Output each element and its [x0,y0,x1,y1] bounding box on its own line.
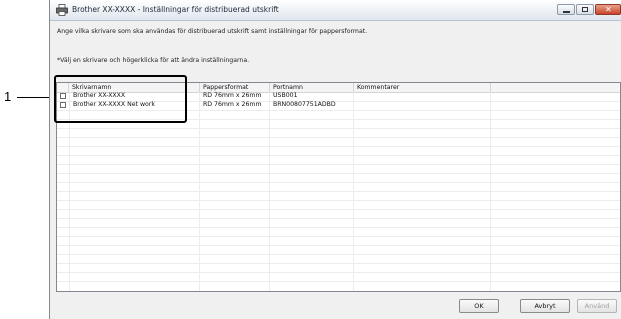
minimize-icon [563,11,570,13]
paper-size-cell: RD 76mm x 26mm [203,92,262,99]
grid-line [57,263,620,264]
minimize-button[interactable] [557,4,575,15]
window-title: Brother XX-XXXX - Inställningar för dist… [72,5,279,14]
grid-line [57,128,620,129]
hint-text: *Välj en skrivare och högerklicka för at… [57,57,250,64]
title-bar[interactable]: Brother XX-XXXX - Inställningar för dist… [50,0,621,21]
instruction-text: Ange vilka skrivare som ska användas för… [57,28,368,35]
cancel-button[interactable]: Avbryt [520,299,570,313]
close-icon: ✕ [605,5,612,14]
close-button[interactable]: ✕ [595,4,621,15]
column-header-port-name[interactable]: Portnamn [270,83,354,92]
port-name-cell: BRN00807751ADBD [273,101,336,108]
maximize-icon [582,7,588,12]
maximize-button[interactable] [576,4,594,15]
grid-line [57,227,620,228]
column-header-comments[interactable]: Kommentarer [354,83,491,92]
callout-highlight-box [54,75,187,123]
grid-line [57,218,620,219]
grid-line [57,281,620,282]
grid-line [57,254,620,255]
callout-number: 1 [4,89,12,104]
paper-size-cell: RD 76mm x 26mm [203,101,262,108]
grid-line [57,272,620,273]
grid-line [57,236,620,237]
grid-line [57,137,620,138]
port-name-cell: USB001 [273,92,298,99]
apply-button[interactable]: Använd [577,299,617,313]
grid-line [57,209,620,210]
grid-line [57,200,620,201]
grid-line [57,164,620,165]
printer-icon [56,4,68,16]
ok-button[interactable]: OK [459,299,499,313]
grid-line [57,173,620,174]
grid-line [57,146,620,147]
grid-line [57,191,620,192]
grid-line [57,182,620,183]
grid-line [57,155,620,156]
column-header-paper-size[interactable]: Pappersformat [200,83,270,92]
settings-window: Brother XX-XXXX - Inställningar för dist… [49,0,621,319]
grid-line [57,245,620,246]
